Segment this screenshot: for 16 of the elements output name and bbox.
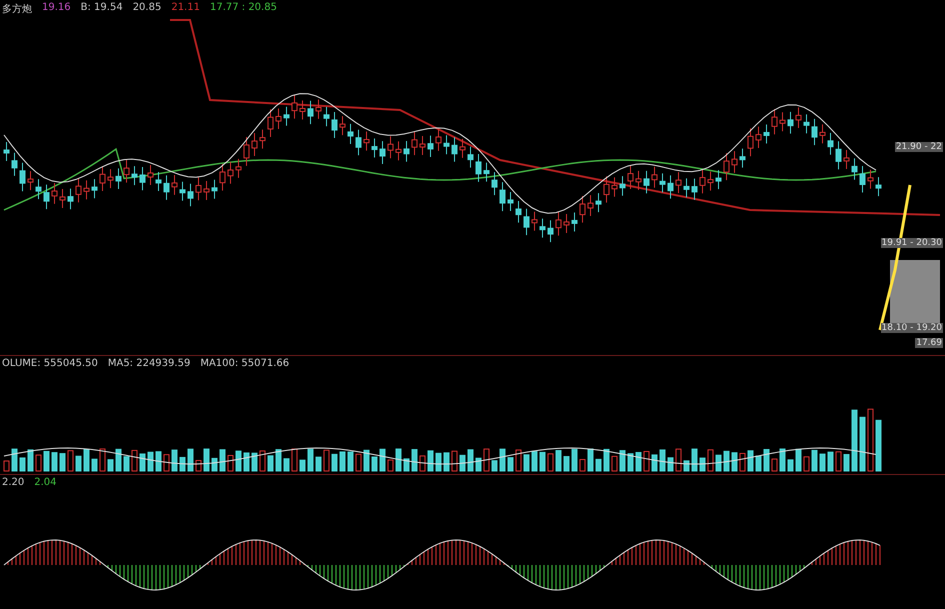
- indicator-value: 19.16: [42, 2, 71, 15]
- chart-title: 多方炮: [2, 2, 32, 16]
- price-zone-label: 18.10 - 19.20: [880, 323, 943, 333]
- price-zone-label: 19.91 - 20.30: [880, 238, 943, 248]
- volume-value: OLUME: 555045.50: [2, 358, 98, 369]
- indicator-value: B: 19.54: [80, 2, 123, 15]
- indicator-value: 17.77 : 20.85: [210, 2, 277, 15]
- indicator-value: 21.11: [171, 2, 200, 15]
- volume-value: MA100: 55071.66: [200, 358, 290, 369]
- oscillator-value: 2.04: [34, 477, 57, 488]
- oscillator-value: 2.20: [2, 477, 24, 488]
- price-zone-band: [890, 260, 940, 325]
- volume-value: MA5: 224939.59: [108, 358, 190, 369]
- price-zone-label: 17.69: [915, 338, 943, 348]
- indicator-value: 20.85: [132, 2, 162, 15]
- price-zone-label: 21.90 - 22: [894, 142, 943, 152]
